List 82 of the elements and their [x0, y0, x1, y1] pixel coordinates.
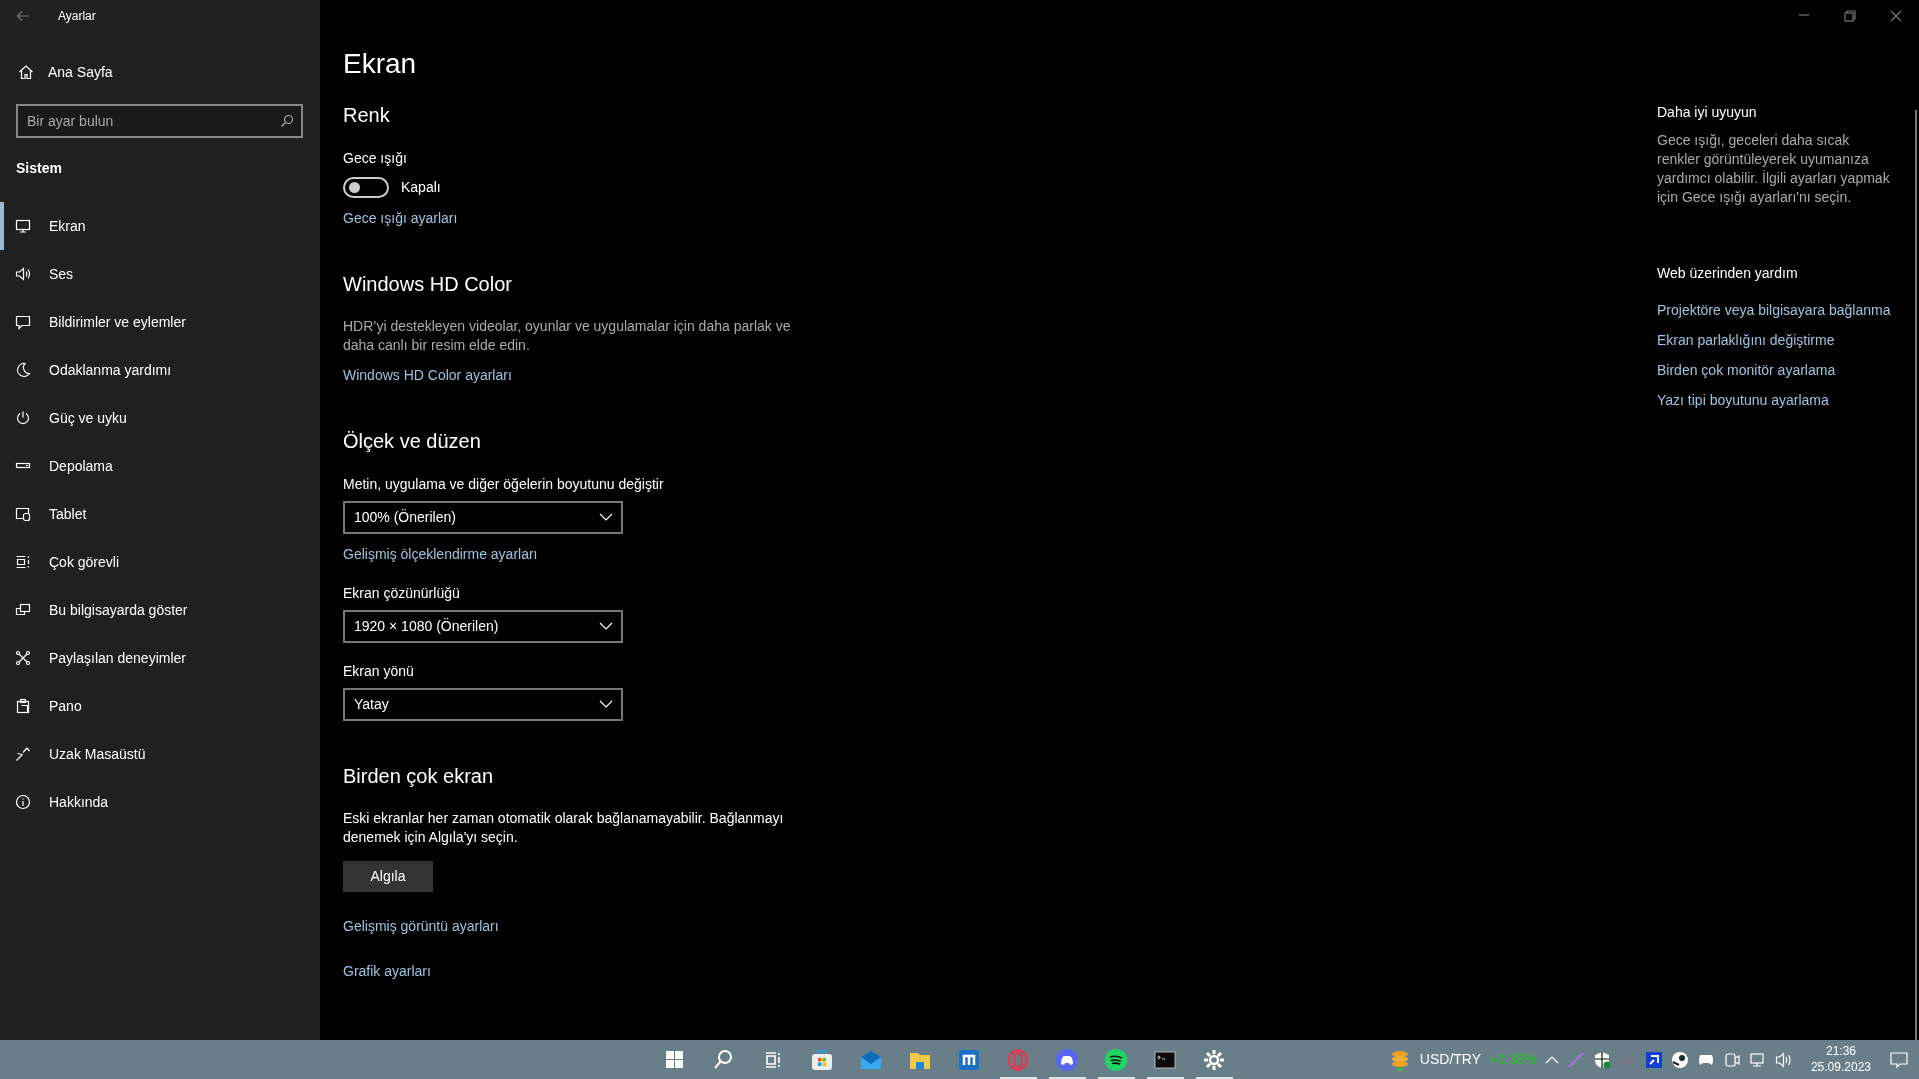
chevron-down-icon [599, 513, 613, 522]
power-icon [15, 410, 31, 426]
shield-icon[interactable] [1592, 1050, 1611, 1069]
help-link[interactable]: Yazı tipi boyutunu ayarlama [1657, 389, 1895, 411]
multitask-icon [15, 554, 31, 570]
chevron-down-icon [599, 622, 613, 631]
help-link[interactable]: Birden çok monitör ayarlama [1657, 359, 1895, 381]
network-icon[interactable] [1748, 1050, 1767, 1069]
setting-label: Gece ışığı [343, 149, 408, 168]
help-link[interactable]: Projektöre veya bilgisayara bağlanma [1657, 299, 1895, 321]
sidebar-item[interactable]: Bildirimler ve eylemler [0, 298, 320, 346]
chevron-up-icon[interactable] [1544, 1054, 1559, 1065]
home-link[interactable]: Ana Sayfa [0, 32, 320, 92]
setting-label: Eski ekranlar her zaman otomatik olarak bağlanamayabilir. Bağlanmayı denemek için Algıla'yı seçin. [343, 808, 785, 847]
scrollbar[interactable] [1915, 110, 1917, 1040]
section-heading: Sistem [15, 159, 63, 178]
sidebar-item[interactable]: Güç ve uyku [0, 394, 320, 442]
detect-button[interactable]: Algıla [343, 860, 433, 892]
section-heading: Birden çok ekran [343, 763, 495, 789]
toggle-switch[interactable] [343, 177, 389, 198]
sidebar-item[interactable]: Ses [0, 250, 320, 298]
moon-icon [15, 362, 31, 378]
settings-link[interactable]: Gelişmiş ölçeklendirme ayarları [343, 543, 538, 565]
browser-icon[interactable] [957, 1047, 981, 1072]
restore-icon[interactable] [1844, 10, 1856, 22]
section-heading: Ölçek ve düzen [343, 428, 482, 454]
help-heading: Web üzerinden yardım [1657, 263, 1799, 283]
help-heading: Daha iyi uyuyun [1657, 103, 1758, 122]
close-icon[interactable] [1890, 10, 1902, 22]
search-field[interactable]: Bir ayar bulun [16, 104, 303, 138]
sidebar-item[interactable]: Bu bilgisayarda göster [0, 586, 320, 634]
sidebar-item[interactable]: Uzak Masaüstü [0, 730, 320, 778]
dropdown[interactable]: Yatay [343, 687, 623, 721]
setting-label: Ekran çözünürlüğü [343, 583, 461, 603]
home-icon [18, 64, 34, 80]
setting-label: Metin, uygulama ve diğer öğelerin boyutunu değiştir [343, 474, 665, 494]
chat-app-icon[interactable] [1055, 1047, 1079, 1072]
toggle-state: Kapalı [401, 178, 441, 197]
back-icon[interactable] [16, 10, 30, 22]
sidebar-item[interactable]: Tablet [0, 490, 320, 538]
window-title: Ayarlar [58, 8, 96, 25]
page-title: Ekran [343, 50, 418, 78]
settings-link[interactable]: Windows HD Color ayarları [343, 364, 512, 386]
sidebar-item[interactable]: Odaklanma yardımı [0, 346, 320, 394]
help-link[interactable]: Ekran parlaklığını değiştirme [1657, 329, 1895, 351]
settings-link[interactable]: Grafik ayarları [343, 960, 431, 982]
music-app-icon[interactable] [1104, 1047, 1128, 1072]
project-icon [15, 602, 31, 618]
search-icon [280, 114, 294, 128]
setting-label: Ekran yönü [343, 661, 415, 681]
settings-icon[interactable] [1202, 1047, 1226, 1072]
description-text: HDR’yi destekleyen videolar, oyunlar ve uygulamalar için daha parlak ve daha canlı bir resim elde edin. [343, 317, 792, 355]
message-icon [15, 314, 31, 330]
notification-icon[interactable] [1889, 1049, 1909, 1070]
help-text: Gece ışığı, geceleri daha sıcak renkler görüntüleyerek uyumanıza yardımcı olabilir. İlgili ayarları yapmak için Gece ışığı ayarları'nı seçin. [1657, 131, 1891, 207]
clock-date: 25.09.2023 [1810, 1059, 1871, 1076]
tablet-icon [15, 506, 31, 522]
volume-icon[interactable] [1774, 1050, 1793, 1069]
monitor-icon [15, 218, 31, 234]
sidebar-item[interactable]: Çok görevli [0, 538, 320, 586]
settings-link[interactable]: Gece ışığı ayarları [343, 208, 458, 229]
dropdown[interactable]: 1920 × 1080 (Önerilen) [343, 609, 623, 643]
store-icon[interactable] [810, 1047, 834, 1072]
clipboard-icon [15, 698, 31, 714]
chevron-down-icon [599, 700, 613, 709]
camera-icon[interactable] [1722, 1050, 1741, 1069]
sidebar-item[interactable]: Hakkında [0, 778, 320, 826]
ticker-symbol: USD/TRY [1419, 1050, 1482, 1069]
sidebar-item[interactable]: Pano [0, 682, 320, 730]
settings-link[interactable]: Gelişmiş görüntü ayarları [343, 915, 499, 937]
sidebar-item[interactable]: Depolama [0, 442, 320, 490]
ticker-change: +0.38% [1489, 1050, 1537, 1069]
remote-icon [15, 746, 31, 762]
dropdown[interactable]: 100% (Önerilen) [343, 500, 623, 534]
clock-time: 21:36 [1824, 1043, 1857, 1060]
section-heading: Windows HD Color [343, 272, 513, 297]
speaker-icon [15, 266, 31, 282]
sidebar-item[interactable]: Ekran [0, 202, 320, 250]
share-icon [15, 650, 31, 666]
sidebar-item[interactable]: Paylaşılan deneyimler [0, 634, 320, 682]
info-icon [15, 794, 31, 810]
section-heading: Renk [343, 103, 391, 128]
